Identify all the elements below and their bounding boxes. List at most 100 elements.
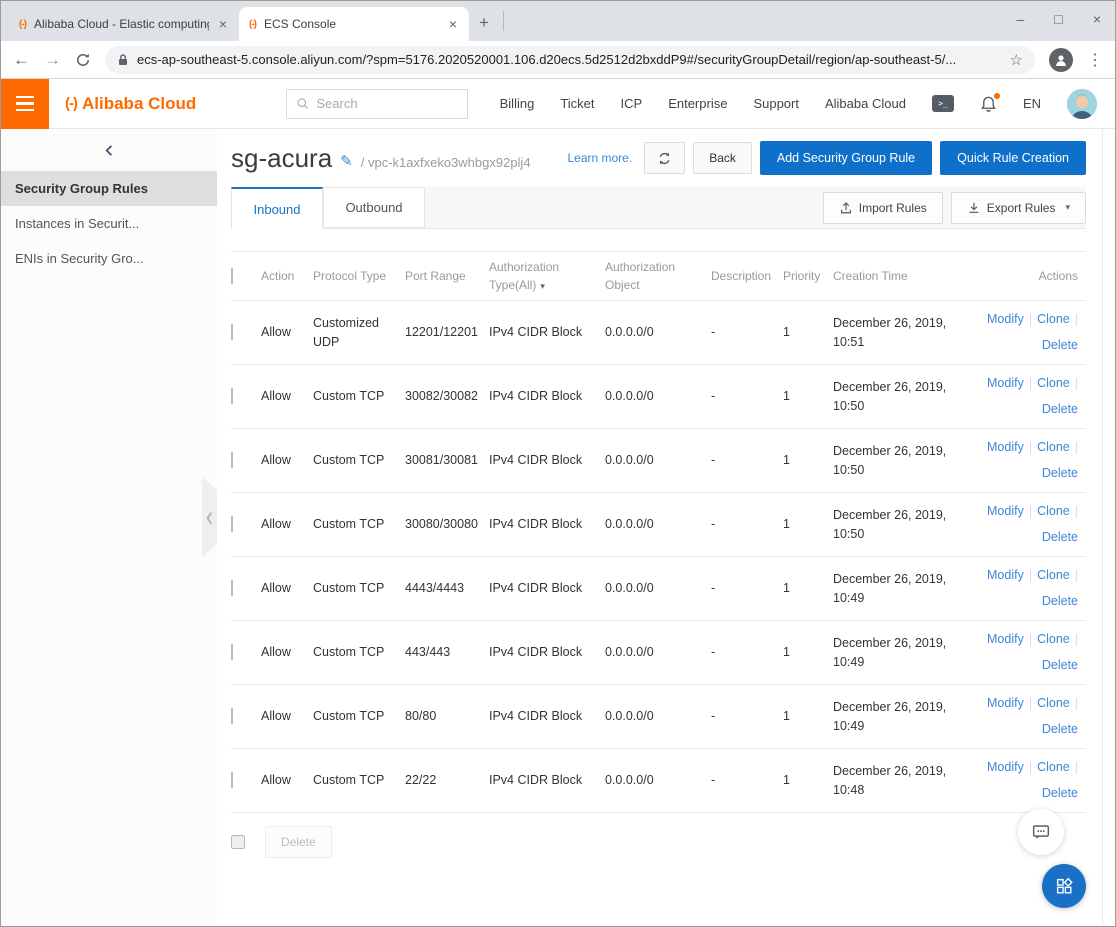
- learn-more-link[interactable]: Learn more.: [567, 151, 632, 165]
- row-checkbox[interactable]: [231, 772, 233, 788]
- modify-link[interactable]: Modify: [987, 438, 1024, 457]
- alibaba-cloud-logo[interactable]: (-) Alibaba Cloud: [65, 94, 196, 114]
- user-avatar[interactable]: [1067, 89, 1097, 119]
- col-port-range: Port Range: [405, 261, 489, 291]
- row-checkbox[interactable]: [231, 388, 233, 404]
- refresh-button[interactable]: [644, 142, 685, 174]
- clone-link[interactable]: Clone: [1037, 502, 1070, 521]
- address-bar[interactable]: ecs-ap-southeast-5.console.aliyun.com/?s…: [105, 46, 1035, 74]
- delete-link[interactable]: Delete: [1042, 656, 1078, 675]
- chrome-menu-button[interactable]: ⋮: [1087, 50, 1103, 70]
- action-separator: |: [1075, 502, 1078, 521]
- tab-outbound[interactable]: Outbound: [323, 187, 425, 228]
- console-header: (-) Alibaba Cloud Billing Ticket ICP Ent…: [1, 79, 1115, 129]
- modify-link[interactable]: Modify: [987, 630, 1024, 649]
- cell-protocol: Custom TCP: [313, 765, 405, 796]
- delete-link[interactable]: Delete: [1042, 720, 1078, 739]
- delete-link[interactable]: Delete: [1042, 784, 1078, 803]
- action-separator: |: [1029, 630, 1032, 649]
- cell-priority: 1: [783, 509, 833, 540]
- cell-authorization-type: IPv4 CIDR Block: [489, 765, 605, 796]
- modify-link[interactable]: Modify: [987, 502, 1024, 521]
- clone-link[interactable]: Clone: [1037, 758, 1070, 777]
- clone-link[interactable]: Clone: [1037, 694, 1070, 713]
- clone-link[interactable]: Clone: [1037, 566, 1070, 585]
- table-row: Allow Custom TCP 30081/30081 IPv4 CIDR B…: [231, 429, 1086, 493]
- tab-inbound[interactable]: Inbound: [231, 187, 323, 229]
- clone-link[interactable]: Clone: [1037, 374, 1070, 393]
- window-maximize-button[interactable]: □: [1054, 11, 1062, 27]
- cell-port-range: 12201/12201: [405, 317, 489, 348]
- notifications-button[interactable]: [980, 95, 997, 113]
- clone-link[interactable]: Clone: [1037, 438, 1070, 457]
- tab-close-icon[interactable]: ×: [447, 17, 459, 31]
- window-minimize-button[interactable]: –: [1017, 11, 1025, 27]
- delete-link[interactable]: Delete: [1042, 400, 1078, 419]
- feedback-chat-button[interactable]: [1018, 809, 1064, 855]
- cloud-shell-icon[interactable]: >_: [932, 95, 954, 112]
- modify-link[interactable]: Modify: [987, 566, 1024, 585]
- sidebar-item-security-group-rules[interactable]: Security Group Rules: [1, 171, 217, 206]
- sidebar-collapse-button[interactable]: [1, 129, 217, 171]
- nav-alibaba-cloud[interactable]: Alibaba Cloud: [825, 96, 906, 111]
- import-rules-button[interactable]: Import Rules: [823, 192, 943, 224]
- hamburger-menu-button[interactable]: [1, 79, 49, 129]
- url-text[interactable]: ecs-ap-southeast-5.console.aliyun.com/?s…: [137, 52, 1002, 67]
- modify-link[interactable]: Modify: [987, 374, 1024, 393]
- nav-billing[interactable]: Billing: [500, 96, 535, 111]
- row-checkbox[interactable]: [231, 452, 233, 468]
- modify-link[interactable]: Modify: [987, 758, 1024, 777]
- nav-icp[interactable]: ICP: [621, 96, 643, 111]
- quick-rule-creation-button[interactable]: Quick Rule Creation: [940, 141, 1086, 175]
- table-row: Allow Custom TCP 30080/30080 IPv4 CIDR B…: [231, 493, 1086, 557]
- nav-enterprise[interactable]: Enterprise: [668, 96, 727, 111]
- table-row: Allow Custom TCP 443/443 IPv4 CIDR Block…: [231, 621, 1086, 685]
- reload-button[interactable]: [75, 52, 91, 68]
- clone-link[interactable]: Clone: [1037, 310, 1070, 329]
- sidebar-item-enis-in-security-group[interactable]: ENIs in Security Gro...: [1, 241, 217, 276]
- action-separator: |: [1075, 566, 1078, 585]
- window-close-button[interactable]: ×: [1093, 11, 1101, 27]
- row-checkbox[interactable]: [231, 580, 233, 596]
- browser-tab-ecs-console[interactable]: (-) ECS Console ×: [239, 7, 469, 41]
- footer-select-all-checkbox[interactable]: [231, 835, 245, 849]
- nav-ticket[interactable]: Ticket: [560, 96, 594, 111]
- row-checkbox[interactable]: [231, 324, 233, 340]
- modify-link[interactable]: Modify: [987, 310, 1024, 329]
- row-checkbox[interactable]: [231, 644, 233, 660]
- nav-support[interactable]: Support: [753, 96, 799, 111]
- bookmark-star-icon[interactable]: ☆: [1010, 51, 1023, 69]
- delete-link[interactable]: Delete: [1042, 592, 1078, 611]
- row-actions: Modify | Clone | Delete: [981, 688, 1086, 745]
- action-separator: |: [1075, 374, 1078, 393]
- row-checkbox[interactable]: [231, 516, 233, 532]
- back-button[interactable]: ←: [13, 50, 30, 70]
- col-authorization-type[interactable]: Authorization Type(All)▾: [489, 252, 605, 300]
- delete-link[interactable]: Delete: [1042, 464, 1078, 483]
- forward-button[interactable]: →: [44, 50, 61, 70]
- export-rules-button[interactable]: Export Rules ▾: [951, 192, 1086, 224]
- modify-link[interactable]: Modify: [987, 694, 1024, 713]
- chrome-profile-button[interactable]: [1049, 48, 1073, 72]
- bulk-delete-button[interactable]: Delete: [265, 826, 332, 858]
- add-security-group-rule-button[interactable]: Add Security Group Rule: [760, 141, 932, 175]
- new-tab-button[interactable]: +: [479, 13, 489, 33]
- search-input[interactable]: [316, 96, 458, 111]
- console-search[interactable]: [286, 89, 468, 119]
- delete-link[interactable]: Delete: [1042, 528, 1078, 547]
- sidebar-collapse-handle[interactable]: ❮: [202, 477, 217, 557]
- cell-action: Allow: [261, 765, 313, 796]
- clone-link[interactable]: Clone: [1037, 630, 1070, 649]
- tab-close-icon[interactable]: ×: [217, 17, 229, 31]
- sidebar-item-instances-in-security-group[interactable]: Instances in Securit...: [1, 206, 217, 241]
- cell-authorization-object: 0.0.0.0/0: [605, 573, 711, 604]
- row-checkbox[interactable]: [231, 708, 233, 724]
- back-page-button[interactable]: Back: [693, 142, 752, 174]
- browser-tab-alibaba-cloud[interactable]: (-) Alibaba Cloud - Elastic computing ×: [9, 7, 239, 41]
- edit-name-icon[interactable]: ✎: [340, 152, 353, 170]
- language-selector[interactable]: EN: [1023, 96, 1041, 111]
- quick-apps-button[interactable]: [1042, 864, 1086, 908]
- select-all-checkbox[interactable]: [231, 268, 233, 284]
- chevron-down-icon: ▾: [1065, 202, 1070, 213]
- delete-link[interactable]: Delete: [1042, 336, 1078, 355]
